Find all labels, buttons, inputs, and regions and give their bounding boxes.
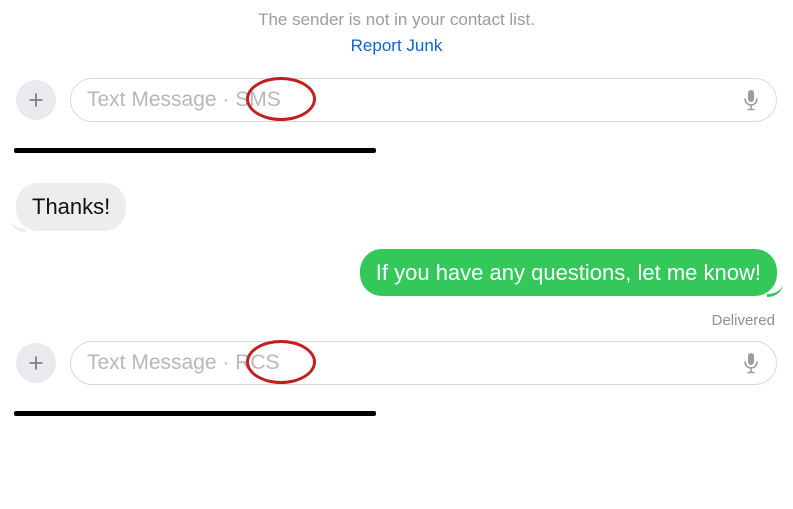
microphone-icon [742,352,760,374]
bubble-tail-icon [10,216,26,232]
report-junk-row: Report Junk [0,30,793,78]
annotation-underline-2 [14,411,376,416]
message-placeholder: Text Message · SMS [87,88,281,112]
contact-notice-text: The sender is not in your contact list. [0,0,793,30]
compose-row-rcs: Text Message · RCS [0,341,793,385]
sent-message-bubble[interactable]: If you have any questions, let me know! [360,249,777,297]
message-input-sms[interactable]: Text Message · SMS [70,78,777,122]
message-row-received: Thanks! [16,183,777,231]
delivery-status: Delivered [0,306,793,341]
microphone-icon [742,89,760,111]
message-row-sent: If you have any questions, let me know! [16,249,777,297]
add-attachment-button[interactable] [16,80,56,120]
report-junk-link[interactable]: Report Junk [351,36,443,55]
chat-transcript: Thanks! If you have any questions, let m… [0,153,793,306]
received-message-bubble[interactable]: Thanks! [16,183,126,231]
dictation-button[interactable] [742,352,760,374]
add-attachment-button[interactable] [16,343,56,383]
compose-row-sms: Text Message · SMS [0,78,793,122]
message-placeholder: Text Message · RCS [87,351,280,375]
dictation-button[interactable] [742,89,760,111]
message-input-rcs[interactable]: Text Message · RCS [70,341,777,385]
plus-icon [26,90,46,110]
bubble-tail-icon [767,281,783,297]
plus-icon [26,353,46,373]
